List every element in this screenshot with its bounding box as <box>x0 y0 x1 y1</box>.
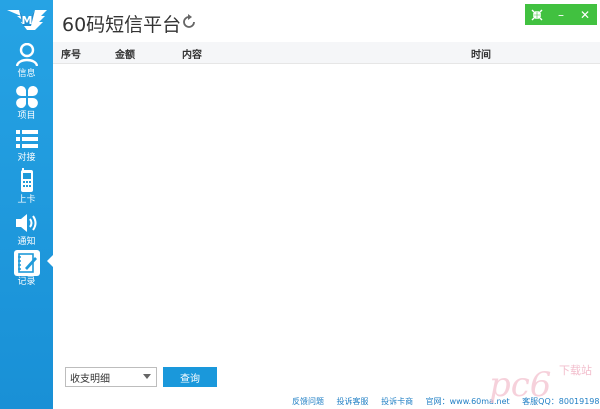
window-controls: – ✕ <box>525 4 597 25</box>
app-logo: M <box>0 0 53 38</box>
watermark-text: pc6 <box>489 365 551 405</box>
pc6-watermark-logo: pc6 下载站 <box>487 358 595 406</box>
phone-icon <box>14 168 40 194</box>
app-window: M 信息 项目 对接 上卡 通知 记录 60码短信平台 – ✕ 序号 金额 内容… <box>0 0 600 409</box>
restore-button[interactable] <box>525 4 549 25</box>
sidebar: M 信息 项目 对接 上卡 通知 记录 <box>0 0 54 409</box>
column-header-index: 序号 <box>61 50 81 61</box>
filter-select-value: 收支明细 <box>70 373 110 385</box>
clover-icon <box>14 84 40 110</box>
sidebar-item-label: 上卡 <box>17 195 36 205</box>
column-header-amount: 金额 <box>115 50 135 61</box>
column-header-time: 时间 <box>471 50 491 61</box>
chevron-down-icon <box>143 374 151 379</box>
minimize-button[interactable]: – <box>549 4 573 25</box>
notebook-icon <box>13 250 40 276</box>
filter-select[interactable]: 收支明细 <box>65 367 157 387</box>
sidebar-item-label: 记录 <box>17 277 36 287</box>
svg-text:M: M <box>21 14 32 27</box>
page-title: 60码短信平台 <box>62 14 182 36</box>
sidebar-item-label: 项目 <box>17 111 36 121</box>
sidebar-item-connect[interactable]: 对接 <box>0 124 53 166</box>
list-icon <box>14 126 40 152</box>
speaker-icon <box>14 210 40 236</box>
restore-icon <box>531 9 543 20</box>
complain-card-dealer-link[interactable]: 投诉卡商 <box>381 397 413 406</box>
sidebar-item-notify[interactable]: 通知 <box>0 208 53 250</box>
watermark-sub: 下载站 <box>559 363 592 377</box>
column-header-content: 内容 <box>182 50 202 61</box>
close-button[interactable]: ✕ <box>573 4 597 25</box>
table-header: 序号 金额 内容 时间 <box>53 42 600 64</box>
refresh-icon[interactable] <box>181 14 197 30</box>
active-pointer <box>47 254 54 268</box>
sidebar-item-label: 信息 <box>17 69 36 79</box>
query-button[interactable]: 查询 <box>163 367 217 387</box>
sidebar-item-label: 通知 <box>17 237 36 247</box>
feedback-link[interactable]: 反馈问题 <box>292 397 324 406</box>
sidebar-item-label: 对接 <box>17 153 36 163</box>
sidebar-item-projects[interactable]: 项目 <box>0 82 53 124</box>
sidebar-item-info[interactable]: 信息 <box>0 40 53 82</box>
person-icon <box>14 42 40 68</box>
sidebar-item-card[interactable]: 上卡 <box>0 166 53 208</box>
complain-service-link[interactable]: 投诉客服 <box>337 397 369 406</box>
sidebar-item-records[interactable]: 记录 <box>0 248 53 290</box>
